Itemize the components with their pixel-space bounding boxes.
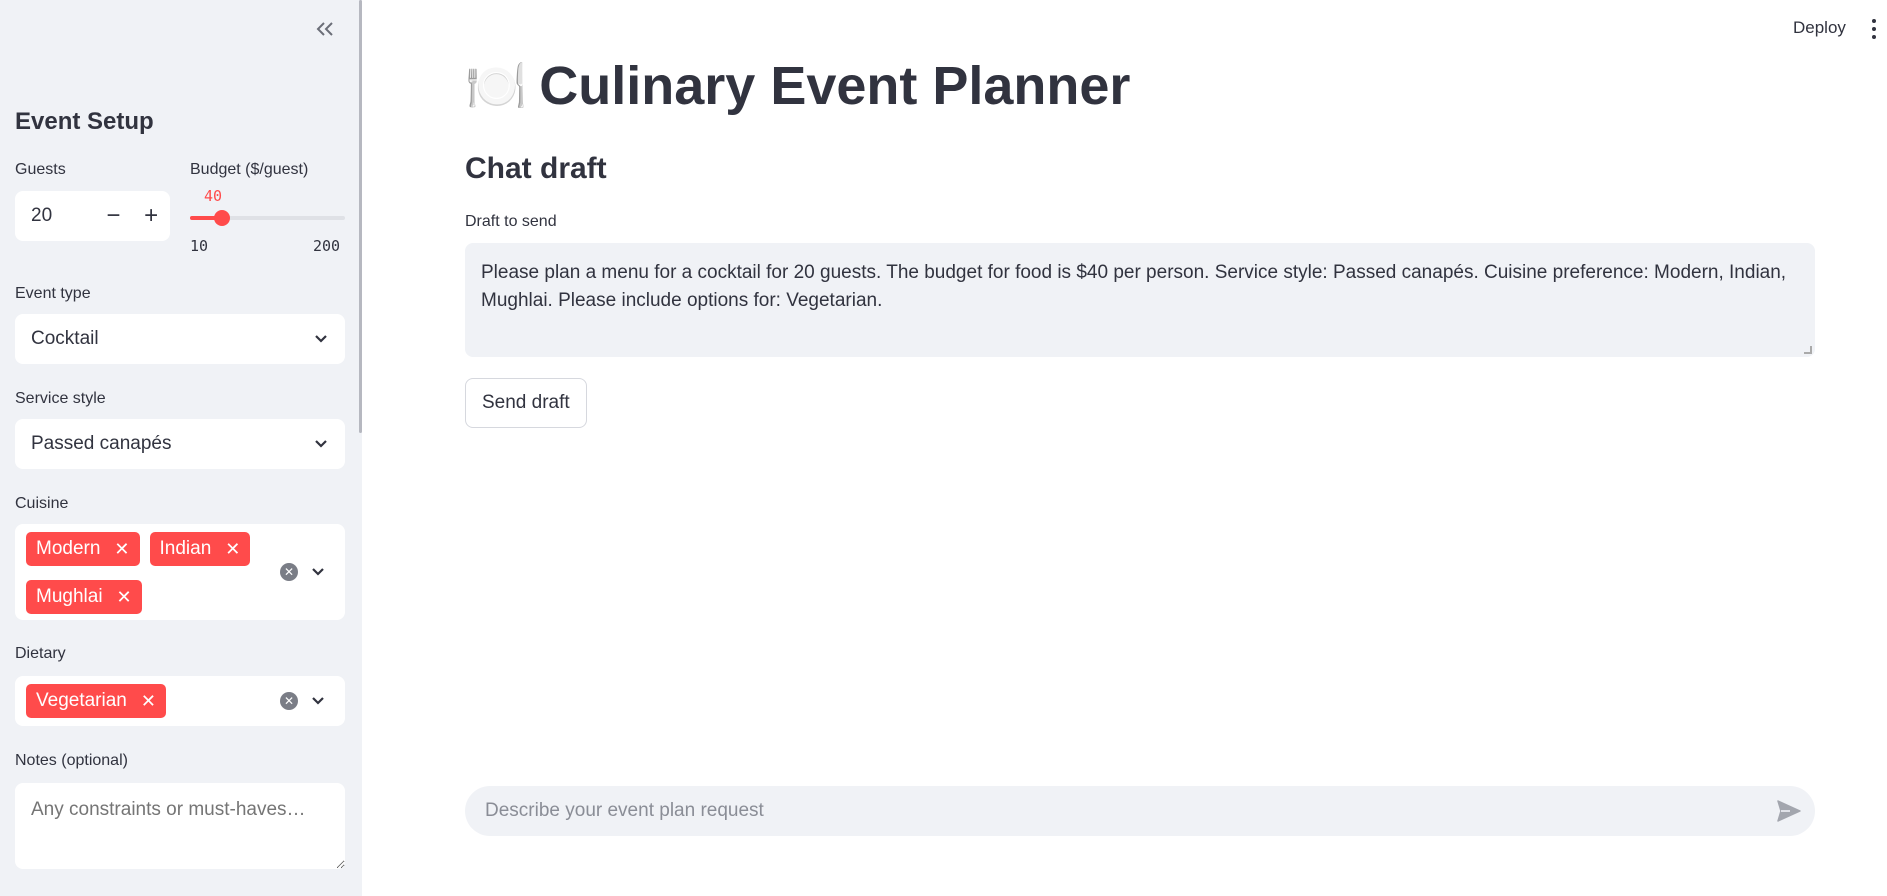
remove-tag-icon[interactable]: ✕	[225, 539, 240, 560]
budget-slider-value: 40	[204, 187, 223, 205]
decrement-button[interactable]: −	[95, 191, 133, 241]
cuisine-tag: Modern ✕	[26, 532, 140, 566]
budget-slider[interactable]	[190, 210, 345, 226]
remove-tag-icon[interactable]: ✕	[117, 587, 132, 608]
chevron-down-icon[interactable]	[310, 693, 326, 709]
tag-label: Mughlai	[36, 586, 103, 607]
guests-number-input[interactable]: 20 − +	[15, 191, 170, 241]
remove-tag-icon[interactable]: ✕	[114, 539, 129, 560]
dietary-tag: Vegetarian ✕	[26, 684, 166, 718]
page-title: 🍽️ Culinary Event Planner	[465, 55, 1130, 117]
notes-textarea[interactable]	[15, 783, 345, 869]
plate-cutlery-icon: 🍽️	[465, 57, 528, 114]
cuisine-tag: Indian ✕	[149, 532, 251, 566]
event-type-value: Cocktail	[31, 328, 99, 349]
event-type-label: Event type	[15, 285, 91, 302]
chevron-down-icon	[313, 331, 329, 347]
budget-slider-thumb[interactable]	[214, 210, 230, 226]
chat-input-placeholder: Describe your event plan request	[485, 800, 764, 821]
chevron-down-icon	[313, 436, 329, 452]
cuisine-multiselect[interactable]: Modern ✕ Indian ✕ Mughlai ✕ ✕	[15, 524, 345, 620]
guests-label: Guests	[15, 161, 66, 178]
send-icon[interactable]	[1777, 800, 1801, 822]
send-draft-button[interactable]: Send draft	[465, 378, 587, 428]
tag-label: Indian	[159, 538, 212, 559]
tag-label: Vegetarian	[36, 690, 127, 711]
deploy-button[interactable]: Deploy	[1793, 18, 1846, 38]
dietary-multiselect[interactable]: Vegetarian ✕ ✕	[15, 676, 345, 726]
draft-label: Draft to send	[465, 213, 557, 230]
clear-all-icon[interactable]: ✕	[280, 692, 298, 710]
sidebar: Event Setup Guests 20 − + Budget ($/gues…	[0, 0, 362, 896]
chat-input[interactable]: Describe your event plan request	[465, 786, 1815, 836]
guests-value[interactable]: 20	[15, 205, 95, 227]
service-style-label: Service style	[15, 390, 106, 407]
sidebar-title: Event Setup	[15, 108, 154, 135]
section-title: Chat draft	[465, 152, 607, 185]
more-vertical-icon[interactable]	[1871, 19, 1877, 39]
draft-text: Please plan a menu for a cocktail for 20…	[481, 262, 1787, 311]
budget-slider-max: 200	[313, 237, 341, 255]
page-title-text: Culinary Event Planner	[539, 56, 1131, 116]
resize-handle[interactable]	[1804, 346, 1812, 354]
collapse-sidebar-button[interactable]	[312, 16, 338, 42]
service-style-value: Passed canapés	[31, 433, 172, 454]
remove-tag-icon[interactable]: ✕	[141, 691, 156, 712]
dietary-label: Dietary	[15, 645, 66, 662]
clear-all-icon[interactable]: ✕	[280, 563, 298, 581]
budget-label: Budget ($/guest)	[190, 161, 309, 178]
double-chevron-left-icon	[316, 22, 333, 36]
sidebar-scrollbar[interactable]	[359, 0, 362, 433]
event-type-select[interactable]: Cocktail	[15, 314, 345, 364]
tag-label: Modern	[36, 538, 101, 559]
chevron-down-icon[interactable]	[310, 564, 326, 580]
cuisine-tag: Mughlai ✕	[26, 580, 142, 614]
draft-textarea[interactable]: Please plan a menu for a cocktail for 20…	[465, 243, 1815, 357]
service-style-select[interactable]: Passed canapés	[15, 419, 345, 469]
notes-label: Notes (optional)	[15, 752, 128, 769]
increment-button[interactable]: +	[132, 191, 170, 241]
budget-slider-min: 10	[190, 237, 209, 255]
cuisine-label: Cuisine	[15, 495, 69, 512]
